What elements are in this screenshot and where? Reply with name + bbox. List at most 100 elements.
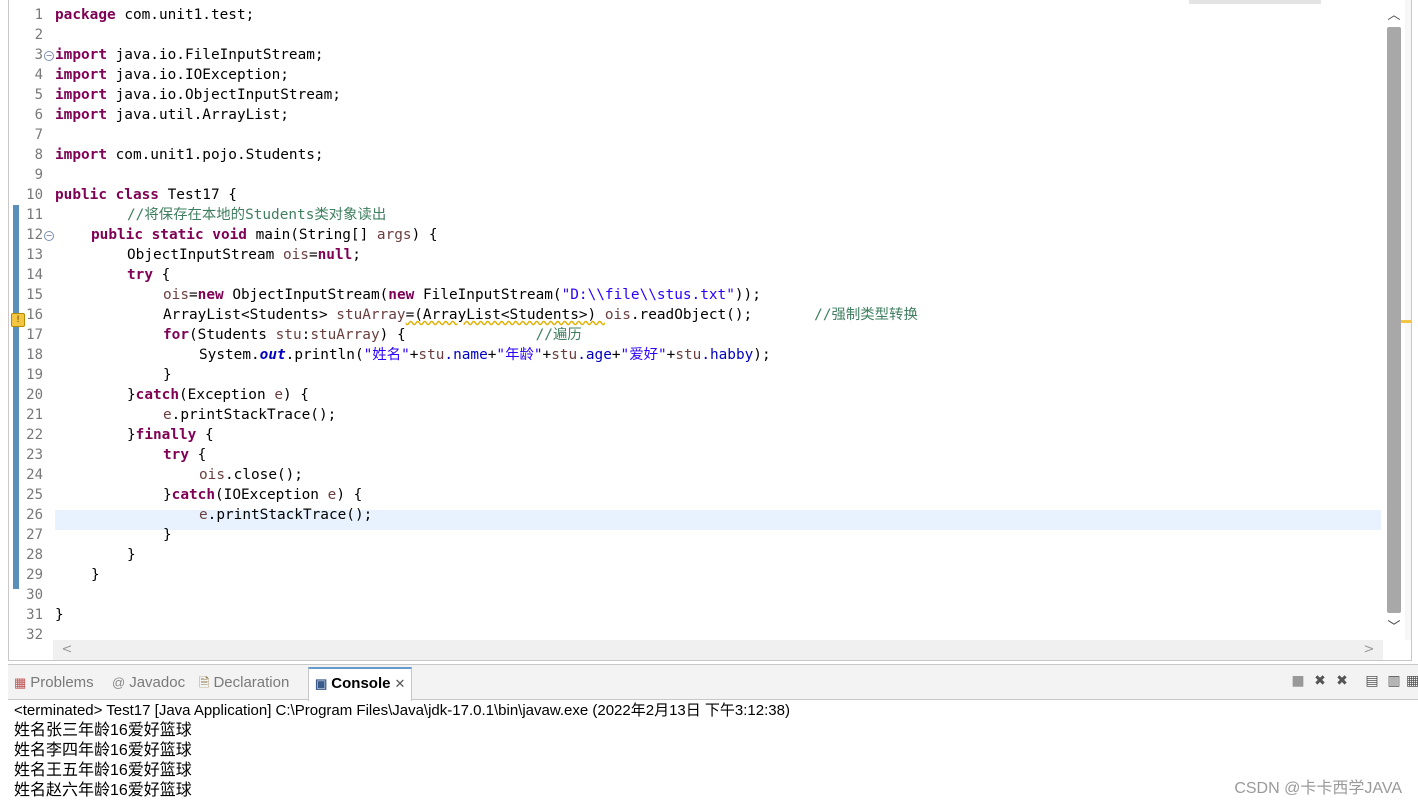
vertical-scroll-thumb[interactable]: [1387, 27, 1401, 613]
code-line[interactable]: ObjectInputStream ois=null;: [127, 245, 361, 265]
code-token: stuArray: [336, 307, 406, 323]
line-number: 27: [26, 527, 43, 543]
word-wrap-icon[interactable]: ▥: [1384, 671, 1404, 691]
line-number: 20: [26, 387, 43, 403]
code-line[interactable]: import com.unit1.pojo.Students;: [55, 145, 324, 165]
line-number: 2: [34, 27, 43, 43]
code-token: import: [55, 147, 107, 163]
code-token: ) {: [282, 387, 309, 403]
line-number: 10: [26, 187, 43, 203]
scroll-down-icon[interactable]: ﹀: [1383, 617, 1405, 639]
code-token: "爱好": [620, 347, 667, 363]
code-line[interactable]: }catch(IOException e) {: [163, 485, 362, 505]
code-line[interactable]: import java.io.IOException;: [55, 65, 289, 85]
line-number: 26: [26, 507, 43, 523]
code-token: {: [153, 267, 171, 283]
code-line[interactable]: System.out.println("姓名"+stu.name+"年龄"+st…: [199, 345, 771, 365]
java-editor[interactable]: ! − − 1 2 3 4 5 6 7 8 9 10 11 12 13 14 15 16 17 18 19 20 21 2…: [8, 0, 1412, 661]
code-line[interactable]: }: [55, 605, 64, 625]
code-line[interactable]: for(Students stu:stuArray) {//遍历: [163, 325, 582, 345]
code-token: stuArray: [310, 327, 380, 343]
line-number: 32: [26, 627, 43, 643]
code-token: +: [611, 347, 621, 363]
code-token: :: [301, 327, 311, 343]
line-number: 31: [26, 607, 43, 623]
code-line[interactable]: }finally {: [127, 425, 214, 445]
tab-console[interactable]: ▣ Console ✕: [308, 667, 413, 701]
scroll-up-icon[interactable]: ︿: [1383, 5, 1405, 27]
code-line[interactable]: }: [127, 545, 136, 565]
scroll-lock-icon[interactable]: ▤: [1362, 671, 1382, 691]
terminate-icon[interactable]: ■: [1288, 671, 1308, 691]
code-line[interactable]: }: [91, 565, 100, 585]
code-line[interactable]: public class Test17 {: [55, 185, 237, 205]
overview-ruler[interactable]: [1401, 0, 1411, 640]
code-token: =: [308, 247, 318, 263]
code-token: }: [127, 547, 136, 563]
code-line[interactable]: try {: [163, 445, 206, 465]
line-number: 3: [34, 47, 43, 63]
code-token: .close();: [225, 467, 303, 483]
code-token: }: [163, 527, 172, 543]
code-line[interactable]: import java.io.FileInputStream;: [55, 45, 324, 65]
code-line[interactable]: ArrayList<Students> stuArray=(ArrayList<…: [163, 305, 918, 325]
tab-problems-label: Problems: [30, 674, 94, 691]
code-token: "D:\\file\\stus.txt": [561, 287, 735, 303]
code-token: Test17 {: [158, 187, 237, 203]
code-line[interactable]: }catch(Exception e) {: [127, 385, 309, 405]
code-line[interactable]: import java.io.ObjectInputStream;: [55, 85, 341, 105]
tab-declaration[interactable]: 🗎 Declaration: [199, 669, 289, 697]
code-token: (IOException: [215, 487, 328, 503]
line-number: 16: [26, 307, 43, 323]
code-line[interactable]: ois.close();: [199, 465, 303, 485]
remove-launch-icon[interactable]: ✖: [1310, 671, 1330, 691]
close-tab-icon[interactable]: ✕: [394, 676, 405, 691]
code-token: catch: [171, 487, 215, 503]
code-token: }: [91, 567, 100, 583]
code-token: try: [127, 267, 153, 283]
console-output-line: 姓名李四年龄16爱好篮球: [14, 742, 192, 759]
line-number: 18: [26, 347, 43, 363]
view-tab-bar: ▦ Problems @ Javadoc 🗎 Declaration ▣ Console…: [8, 665, 1418, 701]
code-token: stu: [418, 347, 445, 363]
remove-all-terminated-icon[interactable]: ✖: [1332, 671, 1352, 691]
line-number: 8: [34, 147, 43, 163]
code-line[interactable]: import java.util.ArrayList;: [55, 105, 289, 125]
code-token: e: [163, 407, 172, 423]
horizontal-scrollbar[interactable]: < >: [53, 640, 1383, 660]
code-token: //强制类型转换: [814, 307, 918, 323]
declaration-icon: 🗎: [199, 675, 210, 691]
line-number: 9: [34, 167, 43, 183]
code-line[interactable]: //将保存在本地的Students类对象读出: [127, 205, 386, 225]
code-token: package: [55, 7, 116, 23]
scroll-right-icon[interactable]: >: [1359, 640, 1379, 660]
code-line[interactable]: }: [163, 365, 172, 385]
code-token: ois: [282, 247, 309, 263]
code-token: import: [55, 107, 107, 123]
warning-ruler-mark[interactable]: [1401, 320, 1411, 323]
scroll-left-icon[interactable]: <: [57, 640, 77, 660]
code-area[interactable]: package com.unit1.test; import java.io.Fi…: [55, 5, 1381, 639]
code-line[interactable]: public static void main(String[] args) {: [91, 225, 438, 245]
code-token: main(String[]: [246, 227, 377, 243]
code-line[interactable]: e.printStackTrace();: [163, 405, 336, 425]
code-token: public static void: [91, 227, 247, 243]
pin-console-icon[interactable]: ▦: [1406, 671, 1418, 691]
fold-imports-icon[interactable]: −: [44, 51, 54, 61]
code-line[interactable]: package com.unit1.test;: [55, 5, 254, 25]
code-token: new: [197, 287, 224, 303]
javadoc-icon: @: [112, 675, 126, 691]
code-token: ) {: [411, 227, 438, 243]
tab-problems[interactable]: ▦ Problems: [14, 669, 94, 697]
tab-javadoc[interactable]: @ Javadoc: [112, 669, 185, 697]
tab-console-label: Console: [331, 675, 391, 692]
fold-method-icon[interactable]: −: [44, 231, 54, 241]
code-token: .printStackTrace();: [171, 407, 337, 423]
console-output-line: 姓名赵六年龄16爱好篮球: [14, 782, 192, 799]
code-line[interactable]: e.printStackTrace();: [199, 505, 372, 525]
code-line[interactable]: try {: [127, 265, 170, 285]
code-line[interactable]: }: [163, 525, 172, 545]
code-token: ois: [163, 287, 189, 303]
code-token: =(ArrayList<Students>): [405, 307, 605, 323]
code-line[interactable]: ois=new ObjectInputStream(new FileInputS…: [163, 285, 761, 305]
